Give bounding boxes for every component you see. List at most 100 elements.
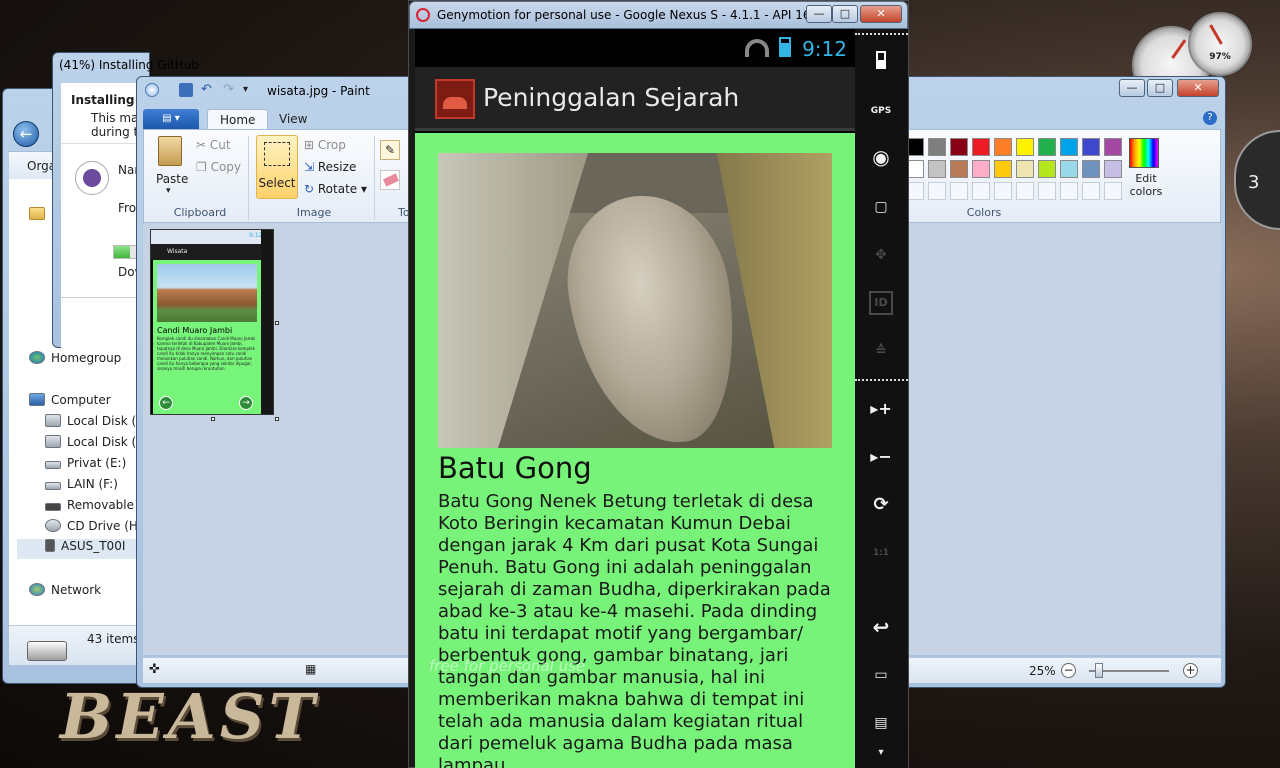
tab-view[interactable]: View xyxy=(267,109,319,129)
color-swatch[interactable] xyxy=(1060,160,1078,178)
clipboard-icon[interactable] xyxy=(158,136,182,166)
customize-qat-icon[interactable]: ▾ xyxy=(243,83,257,97)
edit-colors-button[interactable]: Edit colors xyxy=(1124,172,1168,198)
back-arrow-icon[interactable]: ← xyxy=(13,121,39,147)
rotate-icon: ↻ xyxy=(304,182,318,196)
color-swatch[interactable] xyxy=(1104,160,1122,178)
nav-item-privat-e[interactable]: Privat (E:) xyxy=(45,456,126,476)
file-menu-button[interactable]: ▤ ▾ xyxy=(143,109,199,129)
maximize-button[interactable]: □ xyxy=(1147,79,1173,97)
color-swatch[interactable] xyxy=(972,160,990,178)
selection-size-icon: ▦ xyxy=(305,662,317,676)
tab-home[interactable]: Home xyxy=(207,109,269,129)
custom-color-slot[interactable] xyxy=(1016,182,1034,200)
color-swatch[interactable] xyxy=(1104,138,1122,156)
camera-widget-icon[interactable]: ◉ xyxy=(869,145,893,169)
color-swatch[interactable] xyxy=(994,138,1012,156)
app-launcher-icon[interactable] xyxy=(435,79,475,119)
genymotion-logo-icon xyxy=(416,8,430,22)
paste-button[interactable]: Paste xyxy=(156,172,188,186)
minimize-button[interactable]: — xyxy=(1119,79,1145,97)
resize-button[interactable]: ⇲ Resize xyxy=(304,160,356,174)
rotate-button[interactable]: ↻ Rotate ▾ xyxy=(304,182,367,196)
close-button[interactable]: ✕ xyxy=(1177,79,1219,97)
drive-icon xyxy=(45,461,61,469)
nav-favorites-folder[interactable] xyxy=(29,207,51,227)
paint-app-icon[interactable] xyxy=(145,83,159,97)
custom-color-slot[interactable] xyxy=(1060,182,1078,200)
canvas-image[interactable]: 9:12 Wisata Candi Muaro Jambi Komplek ca… xyxy=(150,229,274,415)
genymotion-window: Genymotion for personal use - Google Nex… xyxy=(408,0,909,768)
nav-item-homegroup[interactable]: Homegroup xyxy=(29,351,121,371)
nav-item-lain-f[interactable]: LAIN (F:) xyxy=(45,477,118,497)
clock-gadget: 3 xyxy=(1234,130,1280,230)
pencil-icon[interactable]: ✎ xyxy=(380,140,400,160)
sidebar-more-icon[interactable]: ▾ xyxy=(869,741,893,765)
zoom-slider-thumb[interactable] xyxy=(1095,663,1103,678)
github-octocat-icon xyxy=(75,161,109,195)
copy-button[interactable]: ❐ Copy xyxy=(196,160,241,174)
color-swatch[interactable] xyxy=(928,160,946,178)
save-icon[interactable] xyxy=(179,83,193,97)
zoom-out-button[interactable]: − xyxy=(1061,663,1076,678)
battery-widget-icon[interactable] xyxy=(869,51,893,75)
color-swatch[interactable] xyxy=(1082,138,1100,156)
custom-color-slot[interactable] xyxy=(972,182,990,200)
color-swatch[interactable] xyxy=(950,138,968,156)
geny-minimize-button[interactable]: — xyxy=(806,5,832,23)
image-group-label: Image xyxy=(296,206,332,219)
pixel-perfect-icon[interactable]: 1:1 xyxy=(869,541,893,565)
network-widget-icon[interactable]: ≙ xyxy=(869,339,893,363)
color-swatch[interactable] xyxy=(1016,138,1034,156)
paste-dropdown-icon[interactable]: ▾ xyxy=(166,186,171,196)
volume-up-icon[interactable]: ▸+ xyxy=(869,397,893,421)
android-recent-apps-icon[interactable]: ▭ xyxy=(869,663,893,687)
edit-colors-icon[interactable] xyxy=(1129,138,1159,168)
color-swatch[interactable] xyxy=(1038,138,1056,156)
custom-color-slot[interactable] xyxy=(928,182,946,200)
resize-handle-right[interactable] xyxy=(275,321,279,325)
zoom-in-button[interactable]: + xyxy=(1183,663,1198,678)
android-back-icon[interactable]: ↩ xyxy=(869,615,893,639)
eraser-icon[interactable] xyxy=(380,170,400,190)
device-id-widget-icon[interactable]: ID xyxy=(869,291,893,315)
battery-icon xyxy=(779,37,791,57)
geny-close-button[interactable]: ✕ xyxy=(860,5,902,23)
crop-button[interactable]: ⊞ Crop xyxy=(304,138,346,152)
help-icon[interactable]: ? xyxy=(1203,111,1217,125)
redo-icon[interactable]: ↷ xyxy=(223,83,237,97)
resize-handle-bottom[interactable] xyxy=(211,417,215,421)
genymotion-title: Genymotion for personal use - Google Nex… xyxy=(437,8,842,22)
nav-item-cd-drive-h[interactable]: CD Drive (H:) xyxy=(45,519,147,539)
custom-color-slot[interactable] xyxy=(994,182,1012,200)
color-swatch[interactable] xyxy=(1016,160,1034,178)
color-swatch[interactable] xyxy=(994,160,1012,178)
rotate-screen-icon[interactable]: ⟳ xyxy=(869,493,893,517)
android-menu-icon[interactable]: ▤ xyxy=(869,711,893,735)
gps-widget-icon[interactable]: GPS xyxy=(869,97,893,121)
geny-maximize-button[interactable]: □ xyxy=(832,5,858,23)
custom-color-slot[interactable] xyxy=(950,182,968,200)
color-swatch[interactable] xyxy=(1060,138,1078,156)
nav-item-computer[interactable]: Computer xyxy=(29,393,111,413)
dpad-widget-icon[interactable]: ✥ xyxy=(869,243,893,267)
color-swatch[interactable] xyxy=(1082,160,1100,178)
color-swatch[interactable] xyxy=(972,138,990,156)
undo-icon[interactable]: ↶ xyxy=(201,83,215,97)
select-button[interactable]: Select xyxy=(256,135,298,199)
volume-down-icon[interactable]: ▸− xyxy=(869,445,893,469)
nav-item-network[interactable]: Network xyxy=(29,583,101,603)
custom-color-slot[interactable] xyxy=(1038,182,1056,200)
color-swatch[interactable] xyxy=(1038,160,1056,178)
cut-button[interactable]: ✂ Cut xyxy=(196,138,231,152)
capture-widget-icon[interactable]: ▢ xyxy=(869,195,893,219)
resize-handle-corner[interactable] xyxy=(275,417,279,421)
color-swatch[interactable] xyxy=(928,138,946,156)
android-screen[interactable]: 9:12 Peninggalan Sejarah Batu Gong Batu … xyxy=(415,29,855,768)
cd-drive-icon xyxy=(45,519,61,532)
custom-color-slot[interactable] xyxy=(1082,182,1100,200)
custom-color-slot[interactable] xyxy=(1104,182,1122,200)
removable-disk-icon xyxy=(45,503,61,511)
color-swatch[interactable] xyxy=(950,160,968,178)
thumbnail-emulator-sidebar xyxy=(261,230,273,414)
